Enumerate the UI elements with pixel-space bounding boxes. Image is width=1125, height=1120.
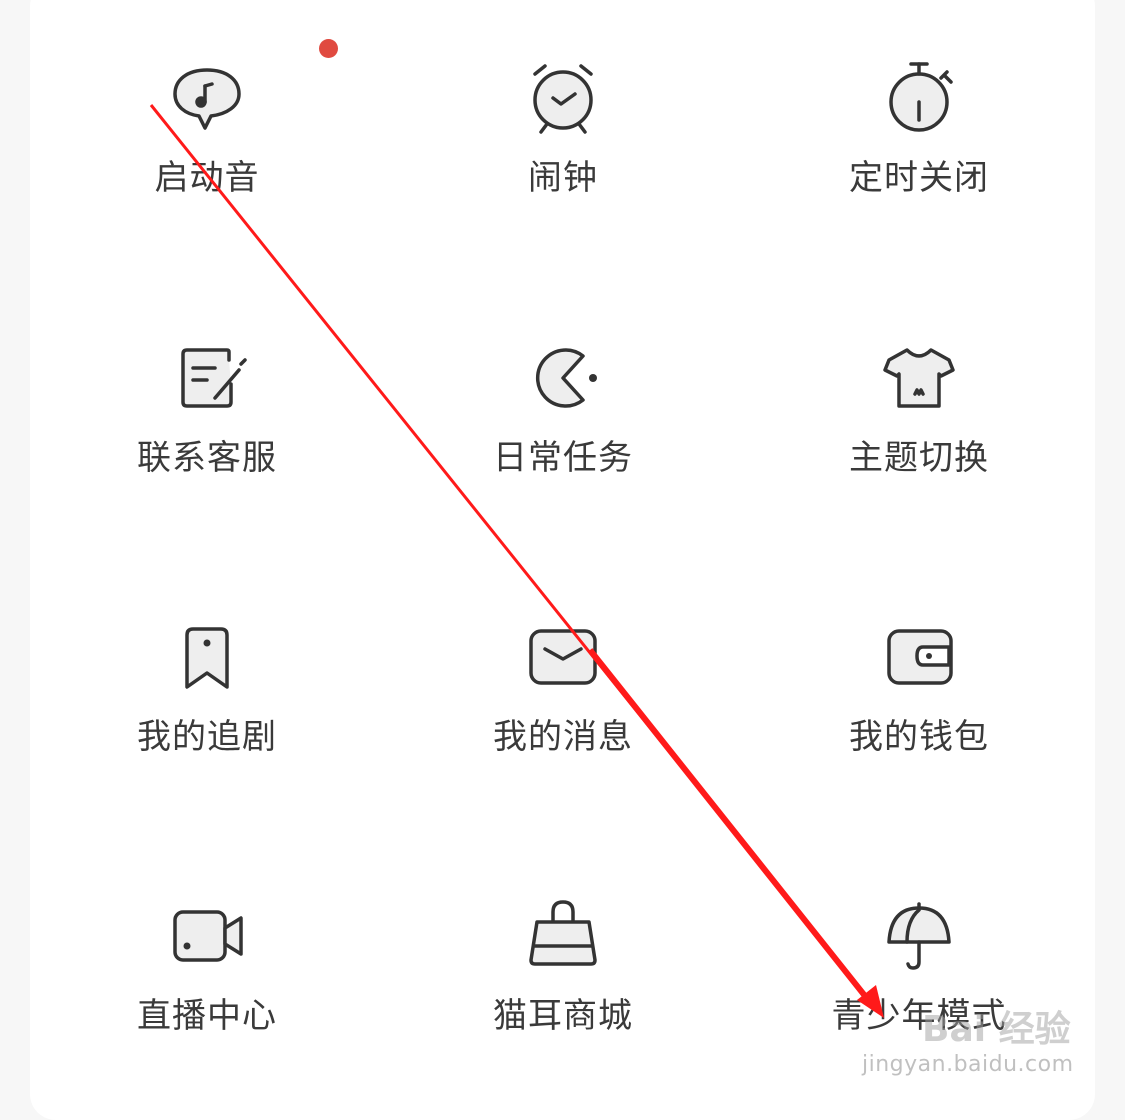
- menu-item-my-series[interactable]: 我的追剧: [57, 615, 357, 815]
- menu-item-label: 日常任务: [493, 438, 633, 478]
- menu-item-label: 主题切换: [849, 438, 989, 478]
- menu-item-alarm[interactable]: 闹钟: [413, 56, 713, 256]
- menu-item-my-messages[interactable]: 我的消息: [413, 615, 713, 815]
- menu-item-my-wallet[interactable]: 我的钱包: [769, 615, 1069, 815]
- menu-item-label: 启动音: [154, 158, 260, 198]
- edit-note-icon: [165, 336, 249, 420]
- notification-dot: [319, 39, 338, 58]
- watermark: Bai 经验 jingyan.baidu.com: [862, 1000, 1102, 1090]
- menu-item-label: 我的消息: [493, 717, 633, 757]
- menu-item-daily-tasks[interactable]: 日常任务: [413, 336, 713, 536]
- menu-item-sleep-timer[interactable]: 定时关闭: [769, 56, 1069, 256]
- menu-item-live-center[interactable]: 直播中心: [57, 894, 357, 1094]
- bookmark-icon: [165, 615, 249, 699]
- music-bubble-icon: [165, 56, 249, 140]
- menu-item-label: 我的钱包: [849, 717, 989, 757]
- video-camera-icon: [165, 894, 249, 978]
- timer-icon: [877, 56, 961, 140]
- menu-grid: 启动音 闹钟 定时关闭 联系客服 日常任务 主题切换 我的追剧 我的消息 我的钱…: [0, 0, 1125, 1102]
- menu-item-maoer-mall[interactable]: 猫耳商城: [413, 894, 713, 1094]
- menu-item-customer-service[interactable]: 联系客服: [57, 336, 357, 536]
- menu-item-label: 联系客服: [137, 438, 277, 478]
- alarm-clock-icon: [521, 56, 605, 140]
- menu-item-label: 直播中心: [137, 996, 277, 1036]
- menu-item-theme-switch[interactable]: 主题切换: [769, 336, 1069, 536]
- shopping-bag-icon: [521, 894, 605, 978]
- menu-item-label: 猫耳商城: [493, 996, 633, 1036]
- message-envelope-icon: [521, 615, 605, 699]
- umbrella-icon: [877, 894, 961, 978]
- menu-item-label: 闹钟: [528, 158, 598, 198]
- tshirt-icon: [877, 336, 961, 420]
- pacman-icon: [521, 336, 605, 420]
- menu-item-label: 定时关闭: [849, 158, 989, 198]
- watermark-url: jingyan.baidu.com: [862, 1052, 1074, 1077]
- wallet-icon: [877, 615, 961, 699]
- menu-item-startup-sound[interactable]: 启动音: [57, 56, 357, 256]
- menu-item-label: 我的追剧: [137, 717, 277, 757]
- watermark-text: Bai 经验: [922, 1009, 1071, 1050]
